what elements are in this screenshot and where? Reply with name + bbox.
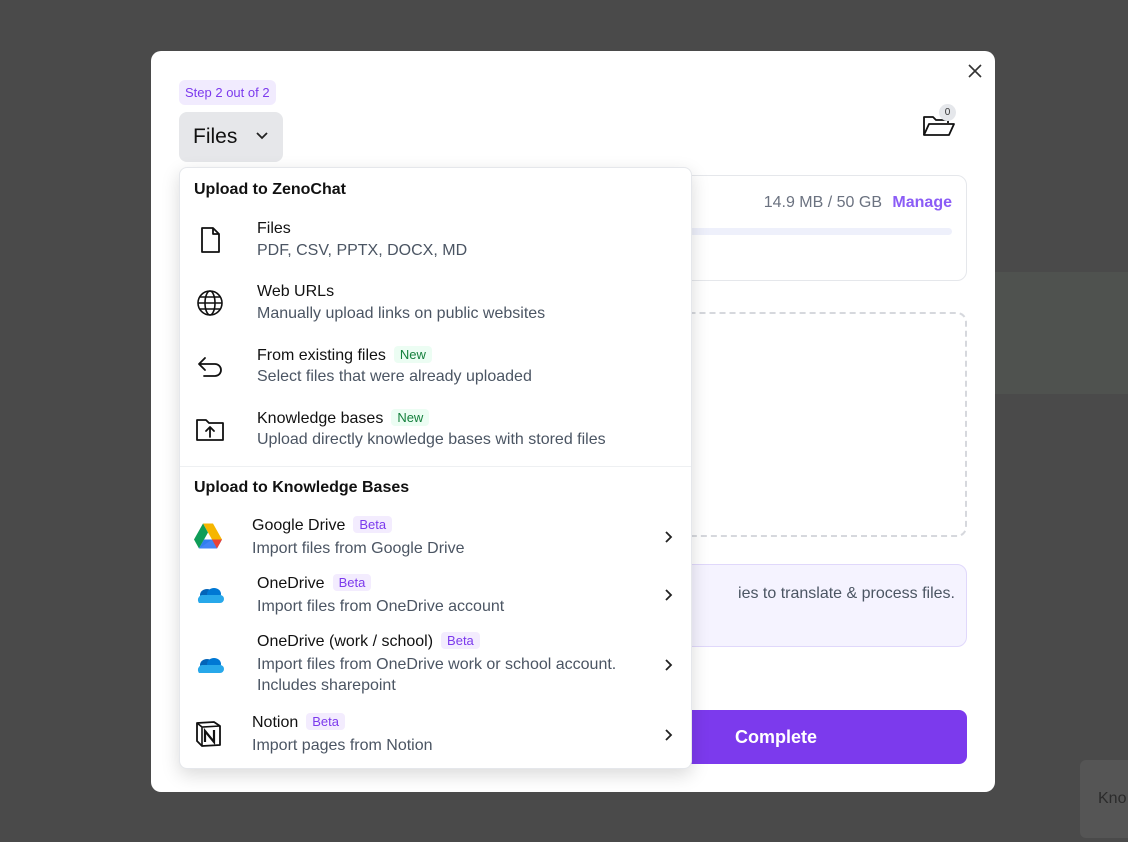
new-badge: New [391,409,430,426]
onedrive-icon [197,658,224,673]
menu-item-title-text: OneDrive (work / school) [257,633,434,650]
menu-item-desc: PDF, CSV, PPTX, DOCX, MD [257,242,468,259]
menu-item-title: OneDrive (work / school) Beta [257,632,480,651]
onedrive-icon [197,588,224,603]
section-title-zenochat: Upload to ZenoChat [194,181,346,198]
menu-item-google-drive[interactable]: Google Drive Beta Import files from Googl… [180,514,691,560]
menu-item-desc: Import pages from Notion [252,737,433,754]
menu-item-desc: Import files from OneDrive work or schoo… [257,656,617,673]
chevron-right-icon [665,531,673,543]
source-dropdown-menu: Upload to ZenoChat Files PDF, CSV, PPTX,… [179,167,692,769]
beta-badge: Beta [306,713,345,730]
section-title-knowledge-bases: Upload to Knowledge Bases [194,479,410,496]
manage-link[interactable]: Manage [892,194,952,212]
notion-icon [196,721,221,747]
menu-item-desc: Import files from OneDrive account [257,598,505,615]
chevron-right-icon [665,729,673,741]
backdrop-panel [995,272,1128,394]
file-count-badge: 0 [939,104,956,121]
menu-item-title-text: From existing files [257,347,386,364]
google-drive-icon [194,523,222,549]
beta-badge: Beta [332,574,372,591]
menu-item-title: Knowledge bases New [257,409,430,428]
toast-text: Kno [1098,790,1127,807]
menu-item-desc: Select files that were already uploaded [257,368,532,385]
beta-badge: Beta [441,632,480,649]
menu-item-desc: Manually upload links on public websites [257,305,546,322]
section-divider [180,466,691,467]
chevron-down-icon [256,132,268,140]
undo-arrow-icon [198,357,222,377]
background-toast: Kno [1080,760,1128,838]
menu-item-title: OneDrive Beta [257,574,372,593]
folder-upload-icon [196,419,224,441]
source-select-label: Files [193,125,238,148]
source-select[interactable]: Files [179,112,283,162]
chevron-right-icon [665,659,673,671]
menu-item-onedrive[interactable]: OneDrive Beta Import files from OneDrive … [180,572,691,618]
step-indicator: Step 2 out of 2 [179,80,276,105]
globe-icon [197,290,223,316]
menu-item-title: Google Drive Beta [252,516,393,535]
menu-item-title: From existing files New [257,346,432,365]
file-icon [201,227,220,253]
menu-item-existing-files[interactable]: From existing files New Select files that… [180,342,691,394]
menu-item-desc-line2: Includes sharepoint [257,677,396,694]
menu-item-title-text: Knowledge bases [257,410,384,427]
menu-item-knowledge-bases[interactable]: Knowledge bases New Upload directly knowl… [180,405,691,457]
storage-usage: 14.9 MB / 50 GB [763,194,882,211]
menu-item-notion[interactable]: Notion Beta Import pages from Notion [180,711,691,759]
menu-item-title-text: Google Drive [252,517,346,534]
beta-badge: Beta [353,516,393,533]
menu-item-files[interactable]: Files PDF, CSV, PPTX, DOCX, MD [180,216,691,268]
menu-item-onedrive-work[interactable]: OneDrive (work / school) Beta Import file… [180,630,691,700]
menu-item-web-urls[interactable]: Web URLs Manually upload links on public… [180,279,691,331]
menu-item-desc: Upload directly knowledge bases with sto… [257,431,606,448]
menu-item-title: Files [257,220,291,237]
close-icon[interactable] [965,61,985,81]
menu-item-title-text: Notion [252,714,299,731]
menu-item-desc: Import files from Google Drive [252,540,465,557]
menu-item-title: Web URLs [257,283,335,300]
menu-item-title: Notion Beta [252,713,345,732]
menu-item-title-text: OneDrive [257,575,325,592]
chevron-right-icon [665,589,673,601]
new-badge: New [393,346,432,363]
